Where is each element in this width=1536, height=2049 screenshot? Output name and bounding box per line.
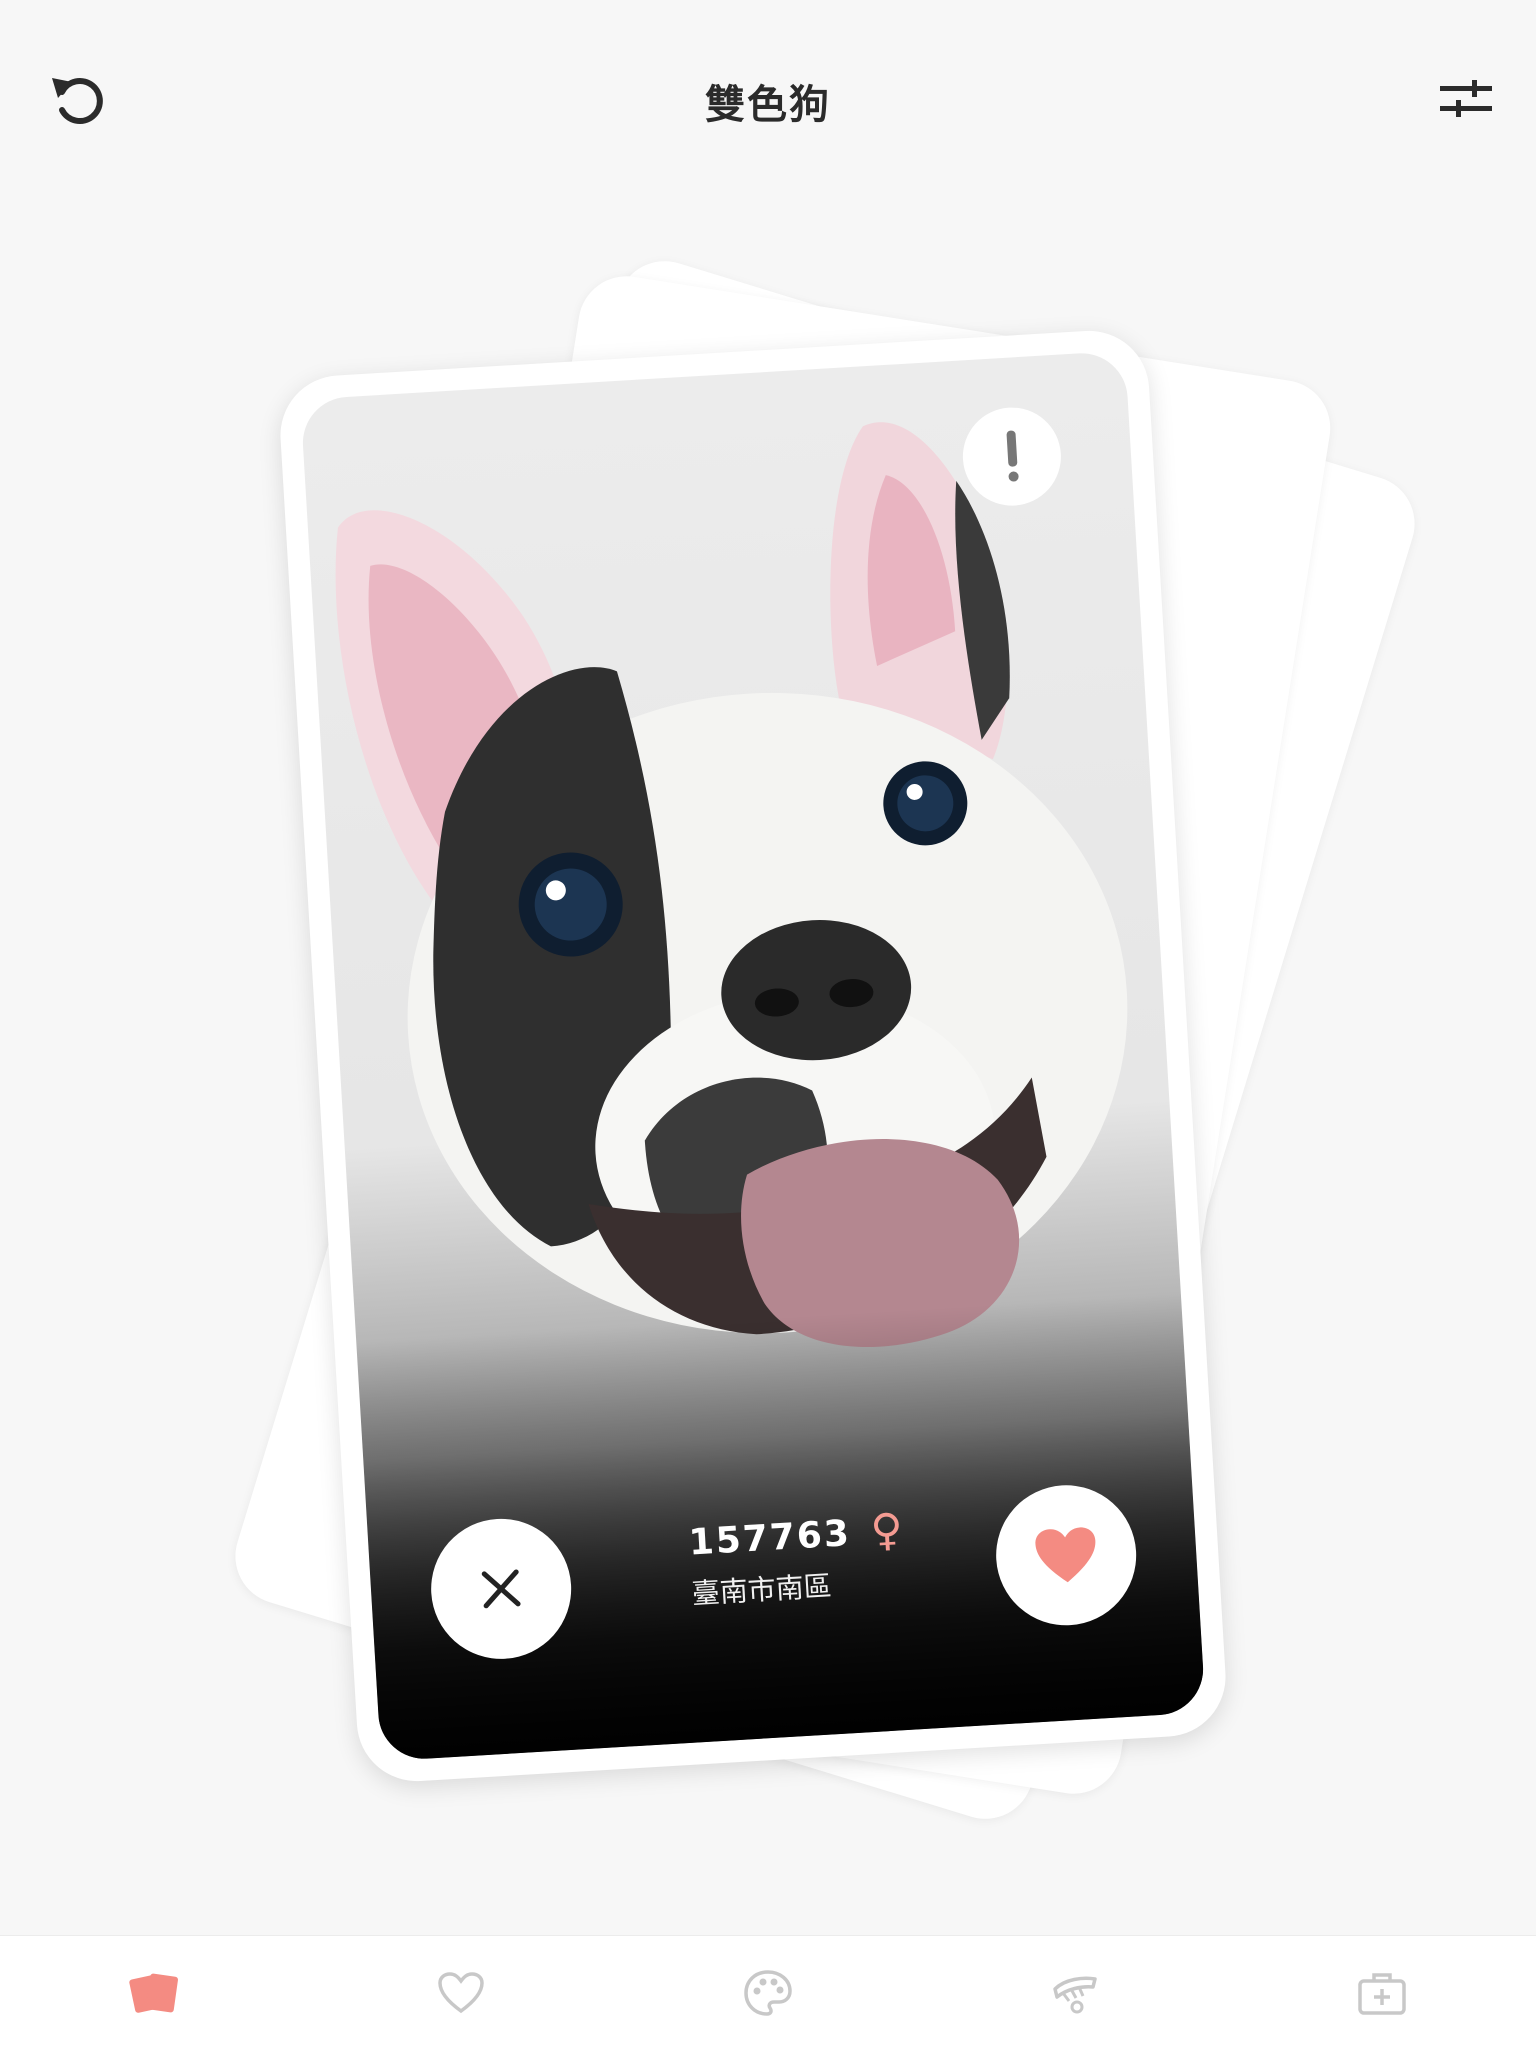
female-icon: ♀: [869, 1503, 905, 1557]
heart-outline-icon: [438, 1971, 484, 2013]
cards-icon: [128, 1973, 178, 2013]
bottom-nav: [0, 1935, 1536, 2049]
heart-icon: [1035, 1527, 1096, 1583]
nav-cards[interactable]: [94, 1943, 214, 2043]
exclamation-icon: [1006, 430, 1019, 482]
pet-id: 157763: [687, 1512, 852, 1564]
pet-info: 157763 ♀ 臺南市南區: [687, 1503, 907, 1613]
pet-photo: 157763 ♀ 臺南市南區: [300, 350, 1206, 1762]
pet-card[interactable]: 157763 ♀ 臺南市南區: [277, 327, 1229, 1785]
nav-medical[interactable]: [1322, 1943, 1442, 2043]
nav-grooming[interactable]: [1015, 1943, 1135, 2043]
card-stack: 157763 ♀ 臺南市南區: [0, 0, 1536, 2048]
medical-kit-icon: [1358, 1972, 1407, 2015]
close-icon: [481, 1569, 521, 1609]
nav-palette[interactable]: [708, 1943, 828, 2043]
palette-icon: [744, 1969, 792, 2016]
comb-icon: [1053, 1976, 1097, 2013]
nav-favorites[interactable]: [401, 1943, 521, 2043]
